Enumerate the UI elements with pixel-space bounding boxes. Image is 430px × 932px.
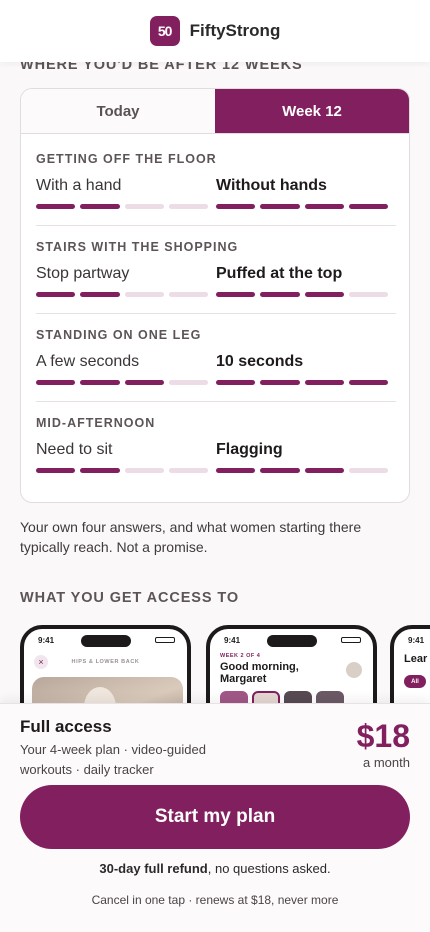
comparison-row: MID-AFTERNOON Need to sit Flagging (36, 416, 396, 473)
week-12-value: Flagging (216, 441, 283, 458)
logo-icon: 50 (149, 16, 180, 46)
level-segment (168, 380, 208, 385)
learn-title: Lear (404, 653, 428, 665)
greeting-text: Good morning, Margaret (220, 661, 299, 685)
refund-bold: 30-day full refund (99, 861, 208, 876)
level-segment (80, 468, 120, 473)
comparison-card: Today Week 12 GETTING OFF THE FLOOR With… (20, 88, 410, 503)
section-title-access: WHAT YOU GET ACCESS TO (20, 590, 240, 606)
week-12-value: Without hands (216, 177, 327, 194)
level-segment (348, 204, 388, 209)
level-segment (348, 292, 388, 297)
level-segment (216, 380, 256, 385)
phone-time: 9:41 (38, 636, 55, 645)
level-segment (80, 292, 120, 297)
level-segment (260, 380, 300, 385)
week-progress-label: WEEK 2 OF 4 (220, 653, 261, 659)
week-12-level-bar (216, 292, 388, 297)
today-value: With a hand (36, 177, 122, 194)
level-segment (36, 380, 76, 385)
level-segment (260, 204, 300, 209)
level-segment (168, 204, 208, 209)
battery-icon (341, 637, 361, 643)
level-segment (304, 468, 344, 473)
tab-today[interactable]: Today (21, 89, 215, 133)
level-segment (124, 380, 164, 385)
level-segment (348, 380, 388, 385)
workout-caption: HIPS & LOWER BACK (71, 659, 140, 665)
today-value: Need to sit (36, 441, 113, 458)
phone-notch (266, 635, 317, 647)
today-level-bar (36, 380, 208, 385)
level-segment (124, 204, 164, 209)
week-12-value: 10 seconds (216, 353, 304, 370)
today-level-bar (36, 204, 208, 209)
level-segment (216, 468, 256, 473)
week-12-level-bar (216, 380, 388, 385)
row-title: STAIRS WITH THE SHOPPING (36, 240, 239, 254)
level-segment (36, 292, 76, 297)
phone-notch (80, 635, 131, 647)
brand-name: FiftyStrong (189, 21, 281, 40)
level-segment (260, 292, 300, 297)
row-divider (36, 313, 396, 314)
row-divider (36, 225, 396, 226)
level-segment (36, 468, 76, 473)
level-segment (348, 468, 388, 473)
row-divider (36, 401, 396, 402)
level-segment (304, 204, 344, 209)
level-segment (168, 468, 208, 473)
level-segment (124, 292, 164, 297)
today-level-bar (36, 468, 208, 473)
app-header: 50 FiftyStrong (0, 0, 430, 62)
level-segment (80, 204, 120, 209)
level-segment (216, 204, 256, 209)
phone-preview-workout[interactable]: 9:41 × HIPS & LOWER BACK (20, 625, 191, 715)
start-plan-button[interactable]: Start my plan (20, 785, 410, 849)
week-12-level-bar (216, 204, 388, 209)
level-segment (36, 204, 76, 209)
level-segment (304, 380, 344, 385)
plan-title: Full access (20, 717, 112, 736)
app-preview-carousel[interactable]: 9:41 × HIPS & LOWER BACK 9:41 WEEK 2 OF … (20, 625, 430, 715)
filter-chip-all: All (404, 675, 426, 688)
today-value: Stop partway (36, 265, 130, 282)
comparison-row: GETTING OFF THE FLOOR With a hand Withou… (36, 152, 396, 209)
avatar (345, 661, 363, 679)
week-12-value: Puffed at the top (216, 265, 343, 282)
refund-rest: , no questions asked. (207, 861, 331, 876)
cancel-note: Cancel in one tap · renews at $18, never… (91, 893, 339, 907)
comparison-row: STANDING ON ONE LEG A few seconds 10 sec… (36, 328, 396, 385)
level-segment (216, 292, 256, 297)
row-title: STANDING ON ONE LEG (36, 328, 202, 342)
level-segment (260, 468, 300, 473)
tab-week-12[interactable]: Week 12 (215, 89, 409, 133)
plan-period: a month (363, 755, 410, 770)
level-segment (168, 292, 208, 297)
purchase-footer: Full access Your 4-week plan · video-gui… (0, 703, 430, 932)
phone-time: 9:41 (224, 636, 241, 645)
row-title: GETTING OFF THE FLOOR (36, 152, 217, 166)
level-segment (80, 380, 120, 385)
battery-icon (155, 637, 175, 643)
refund-note: 30-day full refund, no questions asked. (0, 861, 430, 876)
comparison-row: STAIRS WITH THE SHOPPING Stop partway Pu… (36, 240, 396, 297)
week-12-level-bar (216, 468, 388, 473)
today-level-bar (36, 292, 208, 297)
level-segment (304, 292, 344, 297)
phone-preview-home[interactable]: 9:41 WEEK 2 OF 4 Good morning, Margaret (206, 625, 377, 715)
phone-preview-learn[interactable]: 9:41 Lear All (390, 625, 430, 715)
phone-time: 9:41 (408, 636, 425, 645)
row-title: MID-AFTERNOON (36, 416, 156, 430)
level-segment (124, 468, 164, 473)
plan-price: $18 (356, 718, 410, 754)
plan-description: Your 4-week plan · video-guided workouts… (20, 742, 206, 777)
comparison-tabs: Today Week 12 (21, 89, 409, 134)
disclaimer-note: Your own four answers, and what women st… (20, 519, 362, 555)
today-value: A few seconds (36, 353, 140, 370)
